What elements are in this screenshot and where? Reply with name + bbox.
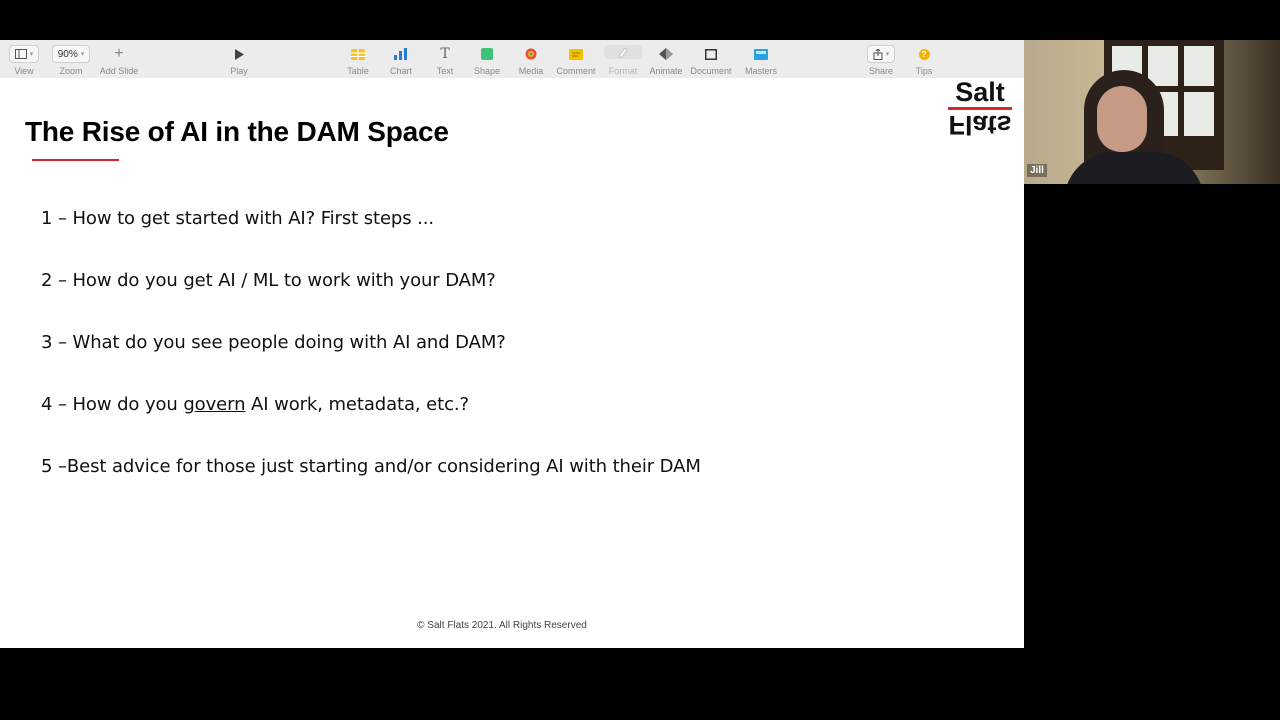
- play-icon: [235, 48, 244, 60]
- logo-text-bottom: Flats: [948, 110, 1012, 140]
- keynote-window: ▾ View 90% ▾ Zoom + Add Slide Play Table…: [0, 40, 1024, 648]
- zoom-select[interactable]: 90% ▾: [51, 45, 91, 63]
- salt-flats-logo: Salt Flats: [946, 77, 1014, 140]
- share-menu[interactable]: ▾: [866, 45, 896, 63]
- chevron-down-icon: ▾: [80, 51, 85, 58]
- zoom-value: 90%: [57, 48, 78, 60]
- zoom-button[interactable]: 90% ▾ Zoom: [51, 45, 91, 76]
- participant-name: Jill: [1027, 164, 1047, 177]
- list-item: 3 – What do you see people doing with AI…: [41, 332, 506, 353]
- document-icon: [705, 48, 717, 60]
- animate-label: Animate: [649, 66, 683, 76]
- list-item-suffix: AI work, metadata, etc.?: [245, 394, 469, 415]
- play-button[interactable]: Play: [226, 45, 252, 76]
- shape-icon: [481, 48, 493, 60]
- slide-canvas[interactable]: The Rise of AI in the DAM Space Salt Fla…: [0, 78, 1024, 648]
- list-item: 1 – How to get started with AI? First st…: [41, 208, 435, 229]
- table-button[interactable]: Table: [343, 45, 373, 76]
- view-menu-icon: ▾: [8, 45, 40, 63]
- comment-label: Comment: [556, 66, 596, 76]
- logo-text-top: Salt: [955, 77, 1005, 107]
- chart-button[interactable]: Chart: [386, 45, 416, 76]
- masters-label: Masters: [744, 66, 777, 76]
- table-label: Table: [347, 66, 369, 76]
- animate-button[interactable]: Animate: [647, 45, 685, 76]
- tips-label: Tips: [915, 66, 933, 76]
- add-slide-label: Add Slide: [99, 66, 139, 76]
- animate-diamond-icon: [659, 48, 673, 60]
- text-label: Text: [436, 66, 454, 76]
- media-button[interactable]: Media: [516, 45, 546, 76]
- zoom-label: Zoom: [59, 66, 83, 76]
- tips-icon: ?: [918, 48, 930, 60]
- shape-label: Shape: [473, 66, 501, 76]
- view-button[interactable]: ▾ View: [8, 45, 40, 76]
- format-button[interactable]: Format: [604, 45, 642, 76]
- media-label: Media: [518, 66, 544, 76]
- chart-icon: [394, 48, 407, 60]
- share-label: Share: [868, 66, 894, 76]
- participant-video[interactable]: Jill: [1024, 40, 1280, 184]
- share-icon: [873, 48, 883, 60]
- text-icon: T: [440, 46, 450, 62]
- person-face: [1097, 86, 1147, 152]
- slide-title: The Rise of AI in the DAM Space: [25, 116, 449, 147]
- text-button[interactable]: T Text: [430, 45, 460, 76]
- list-item-prefix: 4 – How do you: [41, 394, 184, 415]
- document-label: Document: [690, 66, 732, 76]
- shape-button[interactable]: Shape: [472, 45, 502, 76]
- underlined-word: govern: [183, 394, 246, 415]
- tips-button[interactable]: ? Tips: [912, 45, 936, 76]
- list-item: 4 – How do you govern AI work, metadata,…: [41, 394, 469, 415]
- list-item: 5 –Best advice for those just starting a…: [41, 456, 701, 477]
- comment-icon: [569, 48, 583, 60]
- masters-icon: [754, 48, 768, 60]
- media-icon: [525, 48, 537, 60]
- comment-button[interactable]: Comment: [555, 45, 597, 76]
- format-label: Format: [608, 66, 638, 76]
- share-button[interactable]: ▾ Share: [864, 45, 898, 76]
- format-brush-icon: [618, 47, 628, 58]
- slide-footer: © Salt Flats 2021. All Rights Reserved: [417, 620, 587, 631]
- chart-label: Chart: [389, 66, 412, 76]
- plus-icon: +: [114, 45, 124, 62]
- list-item: 2 – How do you get AI / ML to work with …: [41, 270, 496, 291]
- table-icon: [351, 48, 365, 60]
- view-label: View: [14, 66, 34, 76]
- document-button[interactable]: Document: [688, 45, 734, 76]
- masters-button[interactable]: Masters: [743, 45, 779, 76]
- title-underline: [32, 159, 119, 161]
- add-slide-button[interactable]: + Add Slide: [98, 45, 140, 76]
- toolbar: ▾ View 90% ▾ Zoom + Add Slide Play Table…: [0, 40, 1024, 79]
- play-label: Play: [230, 66, 248, 76]
